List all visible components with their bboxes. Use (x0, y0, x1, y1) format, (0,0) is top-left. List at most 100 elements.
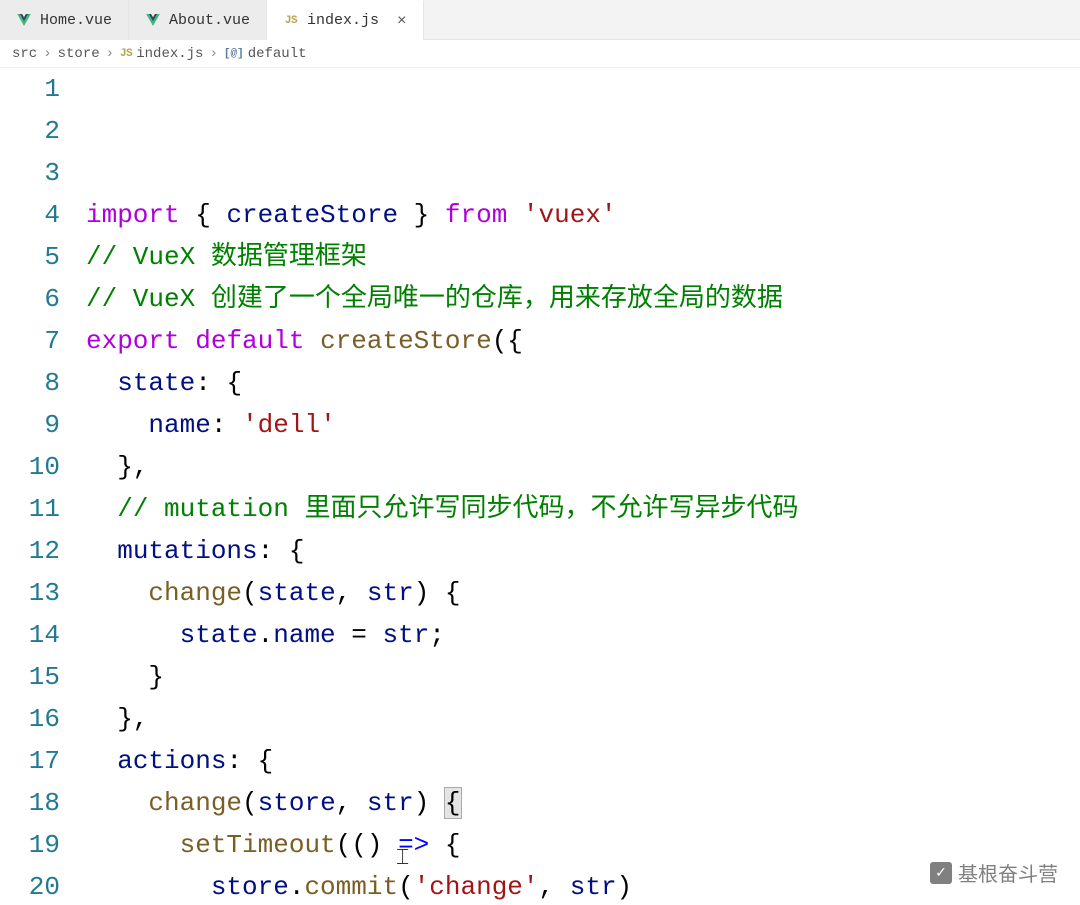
token-punct: }, (86, 452, 148, 482)
line-number: 20 (0, 866, 60, 905)
line-number: 7 (0, 320, 60, 362)
token-punct: { (429, 830, 460, 860)
code-line[interactable]: }, (86, 698, 1080, 740)
token-punct: } (398, 200, 445, 230)
line-number-gutter: 1234567891011121314151617181920 (0, 68, 86, 905)
code-line[interactable]: state: { (86, 362, 1080, 404)
vue-icon (145, 12, 161, 28)
breadcrumb-symbol-label: default (248, 46, 307, 62)
token-com: // VueX 创建了一个全局唯一的仓库，用来存放全局的数据 (86, 284, 783, 314)
token-punct: ( (242, 788, 258, 818)
token-punct (86, 746, 117, 776)
token-punct: : { (226, 746, 273, 776)
token-punct: (() (336, 830, 398, 860)
token-ident: str (367, 578, 414, 608)
tab-home-vue[interactable]: Home.vue (0, 0, 129, 40)
line-number: 17 (0, 740, 60, 782)
tab-label: index.js (307, 12, 379, 29)
token-fn: setTimeout (180, 830, 336, 860)
token-ident: store (211, 872, 289, 902)
code-line[interactable]: } (86, 656, 1080, 698)
token-punct (86, 536, 117, 566)
token-punct: , (539, 872, 570, 902)
token-punct (507, 200, 523, 230)
breadcrumb-item[interactable]: src (12, 46, 37, 62)
code-line[interactable]: actions: { (86, 740, 1080, 782)
token-punct (86, 830, 180, 860)
watermark: ✓ 基根奋斗营 (930, 858, 1058, 887)
code-line[interactable]: state.name = str; (86, 614, 1080, 656)
line-number: 19 (0, 824, 60, 866)
token-bracket-hl: { (445, 788, 461, 818)
token-ident: name (273, 620, 335, 650)
code-line[interactable]: // VueX 数据管理框架 (86, 236, 1080, 278)
code-line[interactable]: // mutation 里面只允许写同步代码，不允许写异步代码 (86, 488, 1080, 530)
tab-about-vue[interactable]: About.vue (129, 0, 267, 40)
code-line[interactable]: change(store, str) { (86, 782, 1080, 824)
line-number: 6 (0, 278, 60, 320)
code-line[interactable]: export default createStore({ (86, 320, 1080, 362)
line-number: 2 (0, 110, 60, 152)
token-punct (86, 368, 117, 398)
close-icon[interactable]: × (397, 12, 407, 30)
code-line[interactable]: }, (86, 446, 1080, 488)
token-kw: export (86, 326, 180, 356)
js-icon: JS (283, 13, 299, 29)
code-line[interactable]: change(state, str) { (86, 572, 1080, 614)
token-fn: change (148, 578, 242, 608)
token-ident: state (117, 368, 195, 398)
token-str: 'vuex' (523, 200, 617, 230)
token-punct: : { (258, 536, 305, 566)
line-number: 14 (0, 614, 60, 656)
token-punct (86, 578, 148, 608)
line-number: 13 (0, 572, 60, 614)
token-com: // VueX 数据管理框架 (86, 242, 367, 272)
token-punct: = (336, 620, 383, 650)
watermark-text: 基根奋斗营 (958, 858, 1058, 887)
chevron-right-icon: › (104, 46, 116, 62)
code-content[interactable]: ⌶ import { createStore } from 'vuex' // V… (86, 68, 1080, 905)
chevron-right-icon: › (207, 46, 219, 62)
token-punct (86, 494, 117, 524)
token-ident: state (180, 620, 258, 650)
token-punct (86, 410, 148, 440)
token-ident: str (570, 872, 617, 902)
tab-label: About.vue (169, 12, 250, 29)
token-ident: name (148, 410, 210, 440)
text-cursor-icon: ⌶ (396, 838, 409, 880)
tab-label: Home.vue (40, 12, 112, 29)
code-line[interactable]: // VueX 创建了一个全局唯一的仓库，用来存放全局的数据 (86, 278, 1080, 320)
token-punct: } (86, 662, 164, 692)
tab-bar: Home.vue About.vue JS index.js × (0, 0, 1080, 40)
token-ident: state (258, 578, 336, 608)
chevron-right-icon: › (41, 46, 53, 62)
vue-icon (16, 12, 32, 28)
token-punct: . (258, 620, 274, 650)
token-punct: , (336, 788, 367, 818)
token-ident: actions (117, 746, 226, 776)
line-number: 1 (0, 68, 60, 110)
code-editor[interactable]: 1234567891011121314151617181920 ⌶ import… (0, 68, 1080, 905)
breadcrumb-symbol[interactable]: [@] default (224, 46, 307, 62)
code-line[interactable]: name: 'dell' (86, 404, 1080, 446)
token-kw: default (195, 326, 304, 356)
tab-index-js[interactable]: JS index.js × (267, 0, 424, 40)
line-number: 18 (0, 782, 60, 824)
token-str: 'change' (414, 872, 539, 902)
token-kw: from (445, 200, 507, 230)
token-ident: str (382, 620, 429, 650)
token-punct: { (180, 200, 227, 230)
code-line[interactable]: mutations: { (86, 530, 1080, 572)
token-punct (86, 872, 211, 902)
token-fn: createStore (320, 326, 492, 356)
line-number: 3 (0, 152, 60, 194)
breadcrumb-item[interactable]: store (58, 46, 100, 62)
token-punct: : { (195, 368, 242, 398)
line-number: 11 (0, 488, 60, 530)
namespace-icon: [@] (224, 48, 244, 60)
breadcrumb-file[interactable]: JS index.js (120, 46, 203, 62)
code-line[interactable]: import { createStore } from 'vuex' (86, 194, 1080, 236)
line-number: 5 (0, 236, 60, 278)
token-punct: . (289, 872, 305, 902)
breadcrumb-file-label: index.js (136, 46, 203, 62)
